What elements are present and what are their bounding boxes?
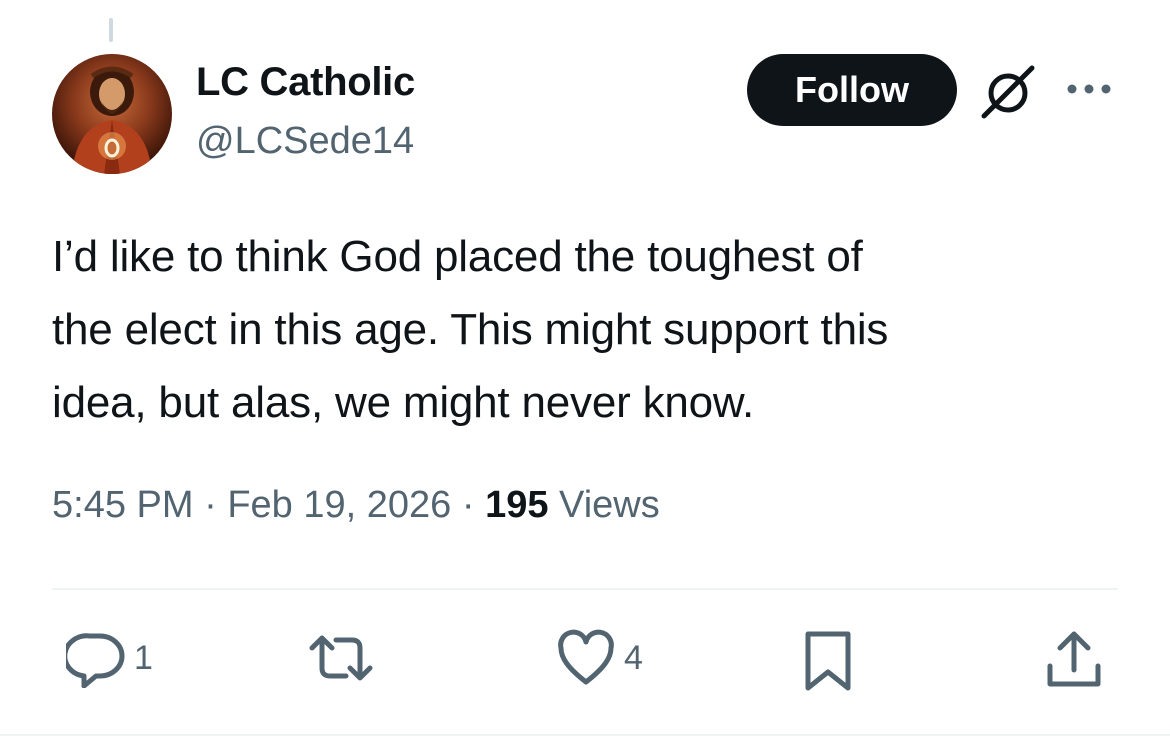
divider (52, 588, 1118, 590)
bookmark-icon (805, 631, 851, 691)
retweet-button[interactable] (306, 628, 384, 688)
reply-count: 1 (134, 638, 153, 677)
reply-icon (66, 633, 125, 688)
tweet-text-line: I’d like to think God placed the toughes… (52, 232, 863, 281)
avatar[interactable] (52, 54, 172, 174)
bottom-divider (0, 734, 1170, 736)
meta-separator: · (204, 484, 217, 526)
like-count: 4 (624, 638, 643, 677)
bookmark-button[interactable] (800, 628, 856, 694)
retweet-icon (309, 635, 373, 681)
reply-button[interactable]: 1 (66, 628, 153, 688)
more-options-icon[interactable] (1064, 74, 1114, 104)
thread-connector-line (109, 18, 113, 42)
author-display-name[interactable]: LC Catholic (196, 60, 415, 105)
follow-button[interactable]: Follow (747, 54, 957, 126)
author-handle[interactable]: @LCSede14 (196, 120, 414, 163)
avatar-image (72, 66, 152, 174)
views-label[interactable]: Views (559, 484, 660, 526)
share-icon (1047, 631, 1101, 687)
grok-icon[interactable] (978, 60, 1040, 122)
like-button[interactable]: 4 (556, 628, 643, 688)
views-count[interactable]: 195 (485, 484, 548, 526)
tweet-text-line: idea, but alas, we might never know. (52, 378, 755, 427)
tweet-metadata: 5:45 PM · Feb 19, 2026 · 195 Views (52, 484, 660, 527)
action-bar: 1 4 (0, 628, 1170, 698)
tweet-text: I’d like to think God placed the toughes… (52, 220, 1132, 439)
tweet-text-line: the elect in this age. This might suppor… (52, 305, 889, 354)
share-button[interactable] (1044, 628, 1104, 692)
tweet-time[interactable]: 5:45 PM (52, 484, 194, 526)
heart-icon (558, 629, 614, 685)
meta-separator: · (461, 484, 475, 526)
tweet-date[interactable]: Feb 19, 2026 (227, 484, 451, 526)
